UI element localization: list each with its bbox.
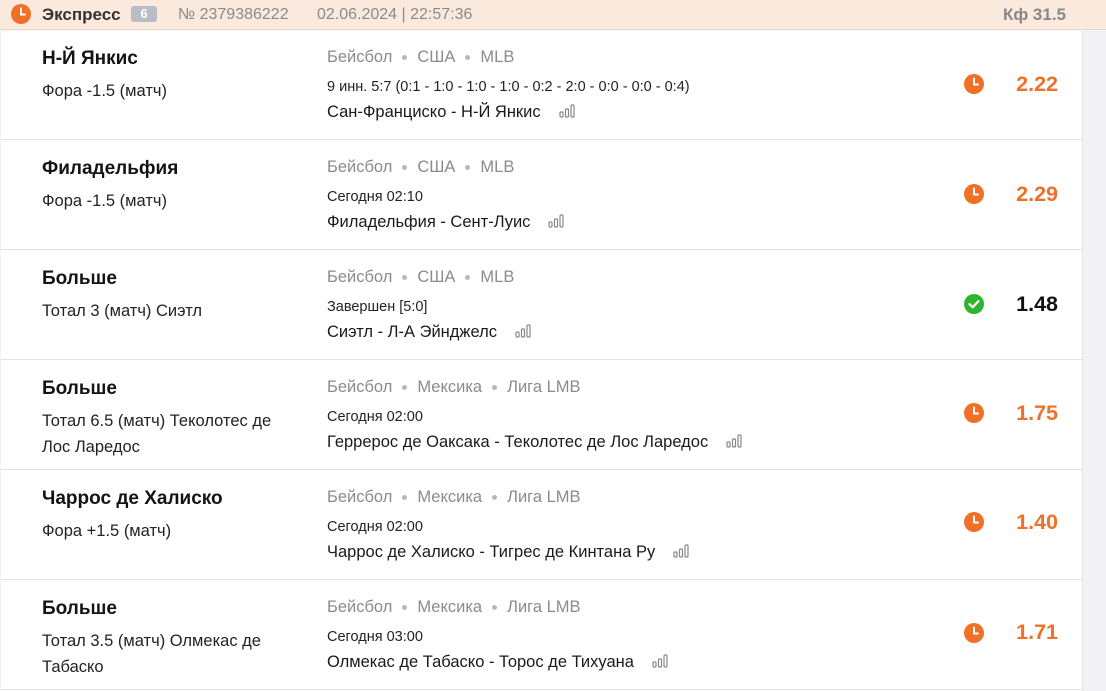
country-name: США: [417, 158, 456, 176]
teams-label[interactable]: Геррерос де Оаксака - Теколотес де Лос Л…: [327, 433, 708, 451]
separator-dot: [402, 55, 408, 61]
bet-row[interactable]: Больше Тотал 3 (матч) Сиэтл Бейсбол США ML…: [1, 251, 1082, 360]
stats-bars-icon[interactable]: [652, 654, 668, 668]
event-teams[interactable]: Олмекас де Табаско - Торос де Тихуана: [327, 653, 668, 672]
event-coefficient: 1.48: [1016, 292, 1058, 316]
separator-dot: [465, 165, 471, 171]
bet-row[interactable]: Н-Й Янкис Фора -1.5 (матч) Бейсбол США MLB…: [1, 31, 1082, 140]
bet-row[interactable]: Филадельфия Фора -1.5 (матч) Бейсбол США M…: [1, 141, 1082, 250]
event-category: Бейсбол Мексика Лига LMB: [327, 378, 581, 397]
separator-dot: [402, 605, 408, 611]
separator-dot: [402, 275, 408, 281]
sport-name: Бейсбол: [327, 158, 393, 176]
teams-label[interactable]: Филадельфия - Сент-Луис: [327, 213, 530, 231]
event-info: 9 инн. 5:7 (0:1 - 1:0 - 1:0 - 1:0 - 0:2 …: [327, 79, 690, 95]
event-coefficient: 1.75: [1016, 401, 1058, 425]
outcome-label: Больше: [42, 598, 117, 619]
outcome-label: Н-Й Янкис: [42, 48, 138, 69]
league-name: Лига LMB: [507, 488, 581, 506]
separator-dot: [402, 495, 408, 501]
bet-row[interactable]: Больше Тотал 3.5 (матч) Олмекас де Табас…: [1, 581, 1082, 690]
bet-row[interactable]: Чаррос де Халиско Фора +1.5 (матч) Бейсб…: [1, 471, 1082, 580]
event-info: Сегодня 02:10: [327, 189, 423, 205]
league-name: Лига LMB: [507, 378, 581, 396]
bet-header[interactable]: Экспресс 6 № 2379386222 02.06.2024 | 22:…: [0, 0, 1106, 30]
event-info: Сегодня 02:00: [327, 519, 423, 535]
event-category: Бейсбол США MLB: [327, 268, 514, 287]
event-category: Бейсбол США MLB: [327, 158, 514, 177]
outcome-label: Больше: [42, 378, 117, 399]
country-name: США: [417, 268, 456, 286]
bet-type-title: Экспресс: [42, 5, 121, 24]
total-coefficient: Кф 31.5: [1002, 5, 1066, 24]
separator-dot: [465, 275, 471, 281]
country-name: Мексика: [417, 488, 483, 506]
event-teams[interactable]: Сан-Франциско - Н-Й Янкис: [327, 103, 575, 122]
check-circle-icon: [964, 294, 984, 314]
outcome-label: Чаррос де Халиско: [42, 488, 223, 509]
separator-dot: [492, 495, 498, 501]
league-name: Лига LMB: [507, 598, 581, 616]
event-category: Бейсбол Мексика Лига LMB: [327, 598, 581, 617]
separator-dot: [492, 385, 498, 391]
separator-dot: [465, 55, 471, 61]
market-label: Тотал 6.5 (матч) Теколотес де Лос Ларедо…: [42, 412, 272, 456]
market-label: Фора -1.5 (матч): [42, 192, 167, 210]
bet-row[interactable]: Больше Тотал 6.5 (матч) Теколотес де Лос…: [1, 361, 1082, 470]
stats-bars-icon[interactable]: [673, 544, 689, 558]
event-info: Завершен [5:0]: [327, 299, 428, 315]
event-info: Сегодня 02:00: [327, 409, 423, 425]
event-teams[interactable]: Геррерос де Оаксака - Теколотес де Лос Л…: [327, 433, 742, 452]
event-coefficient: 1.71: [1016, 620, 1058, 644]
event-teams[interactable]: Филадельфия - Сент-Луис: [327, 213, 565, 232]
country-name: Мексика: [417, 598, 483, 616]
event-coefficient: 2.29: [1016, 182, 1058, 206]
league-name: MLB: [480, 158, 515, 176]
clock-icon: [964, 74, 984, 94]
teams-label[interactable]: Олмекас де Табаско - Торос де Тихуана: [327, 653, 634, 671]
clock-icon: [964, 512, 984, 532]
event-info: Сегодня 03:00: [327, 629, 423, 645]
bet-datetime: 02.06.2024 | 22:57:36: [317, 6, 473, 23]
market-label: Фора -1.5 (матч): [42, 82, 167, 100]
clock-icon: [964, 403, 984, 423]
event-teams[interactable]: Чаррос де Халиско - Тигрес де Кинтана Ру: [327, 543, 689, 562]
events-count-badge: 6: [131, 6, 157, 22]
country-name: США: [417, 48, 456, 66]
market-label: Фора +1.5 (матч): [42, 522, 172, 540]
separator-dot: [492, 605, 498, 611]
outcome-label: Филадельфия: [42, 158, 179, 179]
teams-label[interactable]: Чаррос де Халиско - Тигрес де Кинтана Ру: [327, 543, 655, 561]
sport-name: Бейсбол: [327, 488, 393, 506]
teams-label[interactable]: Сиэтл - Л-А Эйнджелс: [327, 323, 497, 341]
outcome-label: Больше: [42, 268, 117, 289]
sport-name: Бейсбол: [327, 378, 393, 396]
clock-icon: [11, 4, 31, 24]
market-label: Тотал 3.5 (матч) Олмекас де Табаско: [42, 632, 261, 676]
event-coefficient: 1.40: [1016, 510, 1058, 534]
league-name: MLB: [480, 268, 515, 286]
separator-dot: [402, 165, 408, 171]
bet-number: № 2379386222: [178, 6, 289, 23]
separator-dot: [402, 385, 408, 391]
teams-label[interactable]: Сан-Франциско - Н-Й Янкис: [327, 103, 541, 121]
sport-name: Бейсбол: [327, 48, 393, 66]
stats-bars-icon[interactable]: [726, 434, 742, 448]
event-coefficient: 2.22: [1016, 72, 1058, 96]
stats-bars-icon[interactable]: [548, 214, 565, 228]
clock-icon: [964, 623, 984, 643]
market-label: Тотал 3 (матч) Сиэтл: [42, 302, 203, 320]
stats-bars-icon[interactable]: [559, 104, 575, 118]
event-category: Бейсбол Мексика Лига LMB: [327, 488, 581, 507]
stats-bars-icon[interactable]: [515, 324, 531, 338]
league-name: MLB: [480, 48, 515, 66]
bet-events-list: Н-Й Янкис Фора -1.5 (матч) Бейсбол США MLB…: [1, 31, 1083, 691]
sport-name: Бейсбол: [327, 268, 393, 286]
country-name: Мексика: [417, 378, 483, 396]
event-teams[interactable]: Сиэтл - Л-А Эйнджелс: [327, 323, 531, 342]
sport-name: Бейсбол: [327, 598, 393, 616]
event-category: Бейсбол США MLB: [327, 48, 514, 67]
clock-icon: [964, 184, 984, 204]
